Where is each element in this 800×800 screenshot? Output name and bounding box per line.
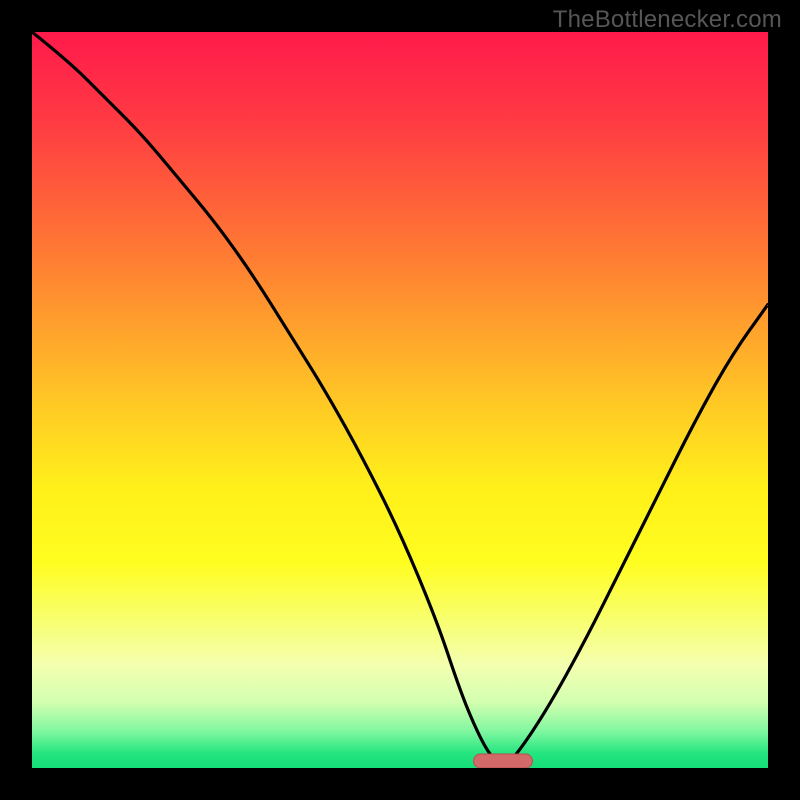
chart-frame: TheBottlenecker.com xyxy=(0,0,800,800)
heat-gradient-background xyxy=(32,32,768,768)
bottleneck-chart xyxy=(32,32,768,768)
plot-area xyxy=(32,32,768,768)
attribution-text: TheBottlenecker.com xyxy=(553,6,782,34)
ideal-zone-marker xyxy=(474,754,533,768)
